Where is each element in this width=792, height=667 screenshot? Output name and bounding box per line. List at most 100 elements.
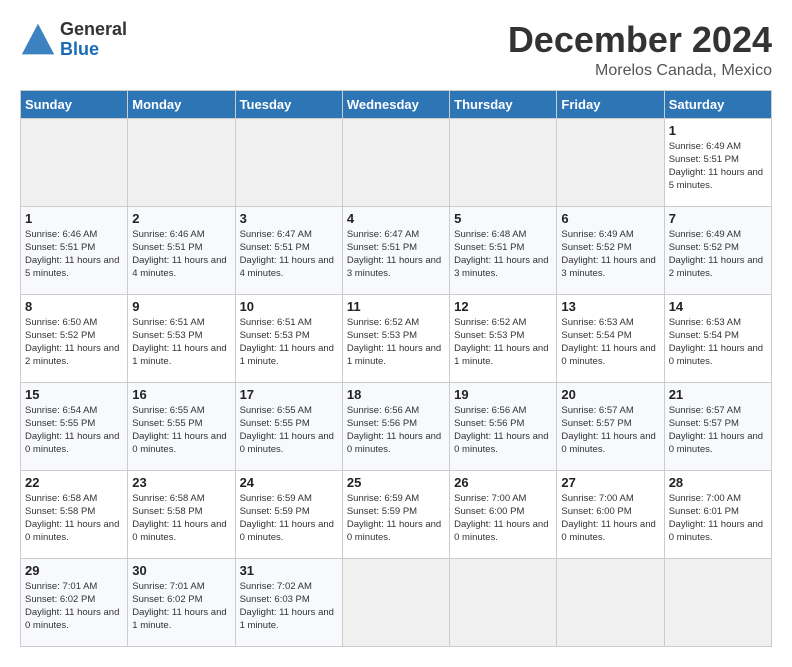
calendar-cell <box>557 118 664 206</box>
calendar-cell: 28 Sunrise: 7:00 AMSunset: 6:01 PMDayligh… <box>664 470 771 558</box>
calendar-cell: 11Sunrise: 6:52 AMSunset: 5:53 PMDayligh… <box>342 294 449 382</box>
day-number: 1 <box>25 211 123 226</box>
day-number: 30 <box>132 563 230 578</box>
day-number: 13 <box>561 299 659 314</box>
calendar-cell <box>557 558 664 646</box>
day-number: 24 <box>240 475 338 490</box>
day-number: 28 <box>669 475 767 490</box>
calendar-cell: 24Sunrise: 6:59 AMSunset: 5:59 PMDayligh… <box>235 470 342 558</box>
calendar-table: Sunday Monday Tuesday Wednesday Thursday… <box>20 90 772 647</box>
day-number: 3 <box>240 211 338 226</box>
day-number: 9 <box>132 299 230 314</box>
month-title: December 2024 <box>508 20 772 60</box>
day-number: 4 <box>347 211 445 226</box>
page-header: General Blue December 2024 Morelos Canad… <box>20 20 772 80</box>
calendar-cell <box>664 558 771 646</box>
calendar-week-row: 29Sunrise: 7:01 AMSunset: 6:02 PMDayligh… <box>21 558 772 646</box>
calendar-cell: 26 Sunrise: 7:00 AMSunset: 6:00 PMDayligh… <box>450 470 557 558</box>
calendar-cell: 6 Sunrise: 6:49 AMSunset: 5:52 PMDaylight… <box>557 206 664 294</box>
day-number: 10 <box>240 299 338 314</box>
day-number: 17 <box>240 387 338 402</box>
calendar-cell <box>450 558 557 646</box>
calendar-week-row: 22Sunrise: 6:58 AMSunset: 5:58 PMDayligh… <box>21 470 772 558</box>
day-info: Sunrise: 7:00 AMSunset: 6:00 PMDaylight:… <box>454 492 552 545</box>
calendar-cell: 27 Sunrise: 7:00 AMSunset: 6:00 PMDayligh… <box>557 470 664 558</box>
calendar-cell: 16 Sunrise: 6:55 AMSunset: 5:55 PMDayligh… <box>128 382 235 470</box>
day-info: Sunrise: 7:00 AMSunset: 6:00 PMDaylight:… <box>561 492 659 545</box>
day-number: 23 <box>132 475 230 490</box>
day-info: Sunrise: 6:53 AMSunset: 5:54 PMDaylight:… <box>561 316 659 369</box>
day-info: Sunrise: 6:52 AMSunset: 5:53 PMDaylight:… <box>347 316 445 369</box>
calendar-cell: 23 Sunrise: 6:58 AMSunset: 5:58 PMDayligh… <box>128 470 235 558</box>
day-info: Sunrise: 6:56 AMSunset: 5:56 PMDaylight:… <box>454 404 552 457</box>
day-number: 18 <box>347 387 445 402</box>
day-number: 12 <box>454 299 552 314</box>
header-sunday: Sunday <box>21 90 128 118</box>
day-info: Sunrise: 6:58 AMSunset: 5:58 PMDaylight:… <box>132 492 230 545</box>
day-number: 6 <box>561 211 659 226</box>
calendar-cell <box>235 118 342 206</box>
day-number: 19 <box>454 387 552 402</box>
calendar-cell <box>21 118 128 206</box>
location-title: Morelos Canada, Mexico <box>508 62 772 80</box>
day-number: 16 <box>132 387 230 402</box>
day-number: 31 <box>240 563 338 578</box>
day-info: Sunrise: 6:49 AMSunset: 5:52 PMDaylight:… <box>561 228 659 281</box>
day-info: Sunrise: 6:49 AMSunset: 5:51 PMDaylight:… <box>669 140 767 193</box>
day-info: Sunrise: 7:01 AMSunset: 6:02 PMDaylight:… <box>25 580 123 633</box>
calendar-cell: 19 Sunrise: 6:56 AMSunset: 5:56 PMDayligh… <box>450 382 557 470</box>
calendar-cell: 20Sunrise: 6:57 AMSunset: 5:57 PMDayligh… <box>557 382 664 470</box>
logo-text-line2: Blue <box>60 40 127 60</box>
day-number: 1 <box>669 123 767 138</box>
day-info: Sunrise: 6:47 AMSunset: 5:51 PMDaylight:… <box>240 228 338 281</box>
day-info: Sunrise: 6:52 AMSunset: 5:53 PMDaylight:… <box>454 316 552 369</box>
day-number: 8 <box>25 299 123 314</box>
calendar-cell: 17Sunrise: 6:55 AMSunset: 5:55 PMDayligh… <box>235 382 342 470</box>
calendar-cell: 3 Sunrise: 6:47 AMSunset: 5:51 PMDaylight… <box>235 206 342 294</box>
day-info: Sunrise: 6:47 AMSunset: 5:51 PMDaylight:… <box>347 228 445 281</box>
header-saturday: Saturday <box>664 90 771 118</box>
calendar-cell: 30 Sunrise: 7:01 AMSunset: 6:02 PMDayligh… <box>128 558 235 646</box>
calendar-cell <box>450 118 557 206</box>
header-wednesday: Wednesday <box>342 90 449 118</box>
calendar-cell <box>342 118 449 206</box>
day-info: Sunrise: 6:54 AMSunset: 5:55 PMDaylight:… <box>25 404 123 457</box>
day-info: Sunrise: 6:53 AMSunset: 5:54 PMDaylight:… <box>669 316 767 369</box>
day-info: Sunrise: 6:51 AMSunset: 5:53 PMDaylight:… <box>132 316 230 369</box>
title-block: December 2024 Morelos Canada, Mexico <box>508 20 772 80</box>
calendar-cell: 4 Sunrise: 6:47 AMSunset: 5:51 PMDaylight… <box>342 206 449 294</box>
day-info: Sunrise: 6:46 AMSunset: 5:51 PMDaylight:… <box>132 228 230 281</box>
calendar-week-row: 1 Sunrise: 6:46 AMSunset: 5:51 PMDaylight… <box>21 206 772 294</box>
calendar-cell: 21Sunrise: 6:57 AMSunset: 5:57 PMDayligh… <box>664 382 771 470</box>
calendar-header-row: Sunday Monday Tuesday Wednesday Thursday… <box>21 90 772 118</box>
calendar-cell: 29Sunrise: 7:01 AMSunset: 6:02 PMDayligh… <box>21 558 128 646</box>
logo-icon <box>20 22 56 58</box>
calendar-cell: 1 Sunrise: 6:49 AMSunset: 5:51 PMDaylight… <box>664 118 771 206</box>
day-info: Sunrise: 6:56 AMSunset: 5:56 PMDaylight:… <box>347 404 445 457</box>
day-number: 15 <box>25 387 123 402</box>
header-friday: Friday <box>557 90 664 118</box>
calendar-cell: 9 Sunrise: 6:51 AMSunset: 5:53 PMDaylight… <box>128 294 235 382</box>
day-number: 27 <box>561 475 659 490</box>
calendar-cell: 7Sunrise: 6:49 AMSunset: 5:52 PMDaylight… <box>664 206 771 294</box>
day-info: Sunrise: 7:01 AMSunset: 6:02 PMDaylight:… <box>132 580 230 633</box>
calendar-week-row: 1 Sunrise: 6:49 AMSunset: 5:51 PMDaylight… <box>21 118 772 206</box>
day-info: Sunrise: 6:55 AMSunset: 5:55 PMDaylight:… <box>132 404 230 457</box>
calendar-cell: 14Sunrise: 6:53 AMSunset: 5:54 PMDayligh… <box>664 294 771 382</box>
calendar-cell <box>128 118 235 206</box>
calendar-cell: 22Sunrise: 6:58 AMSunset: 5:58 PMDayligh… <box>21 470 128 558</box>
logo: General Blue <box>20 20 127 60</box>
day-info: Sunrise: 6:46 AMSunset: 5:51 PMDaylight:… <box>25 228 123 281</box>
day-number: 26 <box>454 475 552 490</box>
day-number: 7 <box>669 211 767 226</box>
calendar-cell: 18 Sunrise: 6:56 AMSunset: 5:56 PMDayligh… <box>342 382 449 470</box>
calendar-week-row: 15 Sunrise: 6:54 AMSunset: 5:55 PMDayligh… <box>21 382 772 470</box>
header-tuesday: Tuesday <box>235 90 342 118</box>
calendar-cell: 10Sunrise: 6:51 AMSunset: 5:53 PMDayligh… <box>235 294 342 382</box>
day-info: Sunrise: 7:00 AMSunset: 6:01 PMDaylight:… <box>669 492 767 545</box>
day-info: Sunrise: 6:58 AMSunset: 5:58 PMDaylight:… <box>25 492 123 545</box>
calendar-cell <box>342 558 449 646</box>
calendar-cell: 5Sunrise: 6:48 AMSunset: 5:51 PMDaylight… <box>450 206 557 294</box>
calendar-cell: 31Sunrise: 7:02 AMSunset: 6:03 PMDayligh… <box>235 558 342 646</box>
day-info: Sunrise: 6:57 AMSunset: 5:57 PMDaylight:… <box>561 404 659 457</box>
